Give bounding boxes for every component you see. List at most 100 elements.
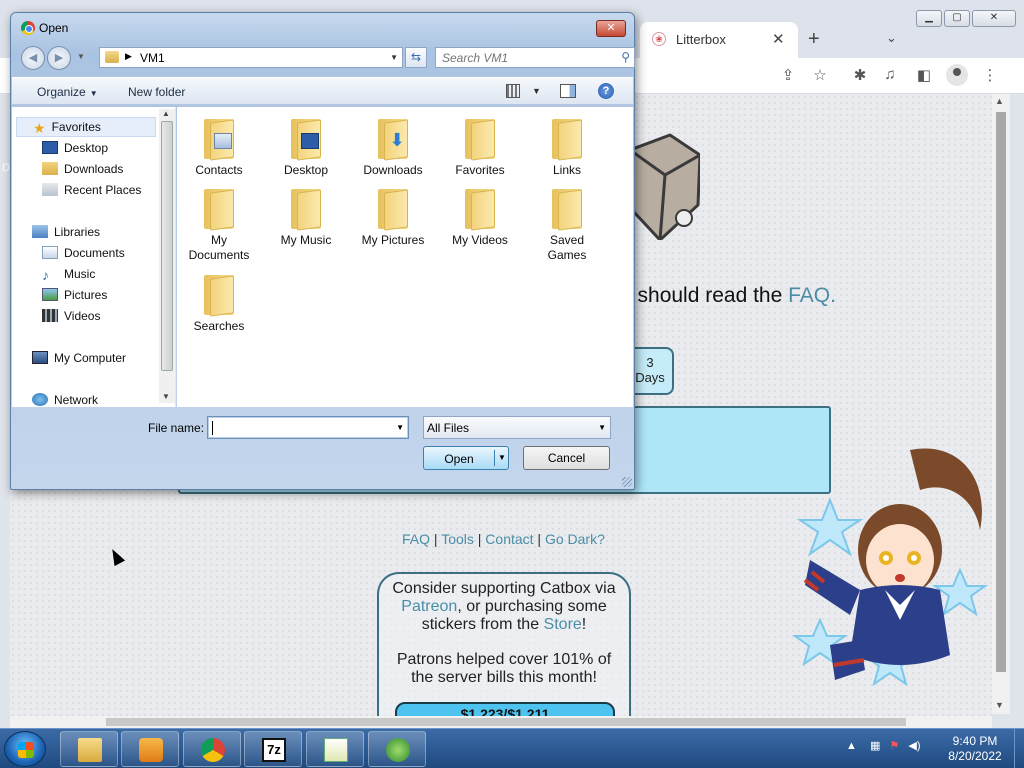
faq-notice-link[interactable]: FAQ. — [788, 284, 836, 307]
store-link[interactable]: Store — [544, 616, 582, 633]
open-button[interactable]: Open ▼ — [423, 446, 509, 470]
tray-overflow-chevron-icon[interactable]: ▲ — [846, 740, 857, 752]
taskbar-explorer-button[interactable] — [60, 731, 118, 767]
nav-videos[interactable]: Videos — [42, 309, 100, 323]
file-name-input[interactable]: ▼ — [207, 416, 409, 439]
tab-litterbox[interactable]: ❀ Litterbox ✕ — [640, 22, 798, 58]
search-icon[interactable]: ⚲ — [621, 50, 630, 64]
libraries-icon — [32, 225, 48, 238]
page-horizontal-scrollbar[interactable] — [10, 716, 992, 728]
folder-item[interactable]: My Documents — [177, 185, 261, 263]
taskbar-media-player-button[interactable] — [121, 731, 179, 767]
page-vertical-scrollbar[interactable]: ▲ ▼ — [992, 94, 1010, 714]
new-folder-button[interactable]: New folder — [128, 85, 185, 99]
nav-favorites[interactable]: ★ Favorites — [16, 117, 156, 137]
recent-locations-chevron-icon[interactable]: ▼ — [77, 52, 85, 61]
breadcrumb-separator-icon[interactable]: ▶ — [125, 51, 132, 62]
minimize-button[interactable]: ▁ — [916, 10, 942, 27]
nav-libraries[interactable]: Libraries — [32, 225, 100, 239]
folder-item[interactable]: Saved Games — [525, 185, 609, 263]
network-tray-icon[interactable]: ▦ — [870, 740, 880, 752]
tab-close-icon[interactable]: ✕ — [772, 30, 785, 48]
cancel-button[interactable]: Cancel — [523, 446, 610, 470]
folder-icon — [202, 271, 236, 317]
download-manager-icon — [386, 738, 410, 762]
folder-item[interactable]: My Videos — [438, 185, 522, 248]
footer-contact-link[interactable]: Contact — [485, 531, 533, 547]
nav-network[interactable]: Network — [32, 393, 98, 407]
folder-icon — [202, 115, 236, 161]
taskbar-clock[interactable]: 9:40 PM 8/20/2022 — [940, 734, 1010, 764]
folder-item[interactable]: ⬇ Downloads — [351, 115, 435, 178]
show-desktop-button[interactable] — [1014, 729, 1024, 768]
side-panel-icon[interactable]: ◧ — [914, 66, 934, 84]
start-button[interactable] — [4, 731, 46, 767]
profile-avatar[interactable] — [946, 64, 968, 86]
folder-item[interactable]: Favorites — [438, 115, 522, 178]
footer-tools-link[interactable]: Tools — [441, 531, 474, 547]
folder-item[interactable]: My Music — [264, 185, 348, 248]
nav-pictures[interactable]: Pictures — [42, 288, 107, 302]
back-arrow-icon[interactable]: ◀ — [21, 46, 45, 70]
help-icon[interactable]: ? — [598, 83, 614, 99]
folder-item[interactable]: Contacts — [177, 115, 261, 178]
nav-desktop[interactable]: Desktop — [42, 141, 108, 155]
vertical-scroll-thumb[interactable] — [996, 112, 1006, 672]
action-center-flag-icon[interactable]: ⚑ — [889, 740, 899, 752]
horizontal-scroll-thumb[interactable] — [106, 718, 906, 726]
file-type-dropdown-icon[interactable]: ▼ — [598, 423, 606, 432]
folder-item[interactable]: Links — [525, 115, 609, 178]
forward-arrow-icon[interactable]: ▶ — [47, 46, 71, 70]
nav-scroll-down-icon[interactable]: ▼ — [162, 392, 170, 401]
patreon-link[interactable]: Patreon — [401, 598, 457, 615]
open-options-chevron-icon[interactable]: ▼ — [498, 453, 506, 462]
preview-pane-icon[interactable] — [560, 84, 576, 98]
volume-icon[interactable]: ◀) — [908, 740, 920, 752]
close-window-button[interactable]: ✕ — [972, 10, 1016, 27]
resize-grip-icon[interactable] — [622, 477, 632, 487]
nav-documents[interactable]: Documents — [42, 246, 125, 260]
media-control-icon[interactable]: ♫ — [880, 66, 900, 83]
taskbar-7zip-button[interactable]: 7z — [244, 731, 302, 767]
open-file-dialog: Open ✕ ◀ ▶ ▼ ▶ VM1 ▼ ⇆ ⚲ Organize▼ New f… — [10, 12, 635, 490]
address-dropdown-icon[interactable]: ▼ — [390, 53, 398, 62]
nav-my-computer[interactable]: My Computer — [32, 351, 126, 365]
folder-item[interactable]: My Pictures — [351, 185, 435, 248]
maximize-button[interactable]: ▢ — [944, 10, 970, 27]
nav-scroll-thumb[interactable] — [161, 121, 173, 371]
taskbar-download-manager-button[interactable] — [368, 731, 426, 767]
address-bar[interactable]: ▶ VM1 ▼ — [99, 47, 403, 68]
navigation-pane-scrollbar[interactable]: ▲ ▼ — [159, 109, 175, 403]
file-type-select[interactable]: All Files ▼ — [423, 416, 611, 439]
file-name-dropdown-icon[interactable]: ▼ — [396, 423, 404, 432]
folder-label: Desktop — [283, 163, 329, 177]
nav-music[interactable]: ♪ Music — [42, 267, 95, 283]
share-icon[interactable]: ⇪ — [778, 66, 798, 84]
search-input[interactable] — [436, 48, 606, 67]
footer-go-dark-link[interactable]: Go Dark? — [545, 531, 605, 547]
breadcrumb-vm1[interactable]: VM1 — [140, 51, 165, 65]
scroll-down-arrow-icon[interactable]: ▼ — [995, 700, 1004, 710]
folder-item[interactable]: Desktop — [264, 115, 348, 178]
view-options-chevron-icon[interactable]: ▼ — [532, 86, 541, 96]
scroll-up-arrow-icon[interactable]: ▲ — [995, 96, 1004, 106]
tab-search-chevron-icon[interactable]: ⌄ — [886, 30, 897, 46]
bookmark-star-icon[interactable]: ☆ — [810, 66, 830, 84]
change-view-icon[interactable] — [506, 84, 520, 98]
nav-recent-places[interactable]: Recent Places — [42, 183, 141, 197]
search-box[interactable]: ⚲ — [435, 47, 635, 68]
extensions-puzzle-icon[interactable]: ✱ — [850, 66, 870, 84]
nav-downloads[interactable]: Downloads — [42, 162, 123, 176]
refresh-icon[interactable]: ⇆ — [405, 47, 427, 68]
chrome-menu-icon[interactable]: ⋮ — [980, 66, 1000, 84]
dialog-close-button[interactable]: ✕ — [596, 20, 626, 37]
taskbar-chrome-button[interactable] — [183, 731, 241, 767]
new-tab-button[interactable]: + — [808, 28, 820, 51]
folder-item[interactable]: Searches — [177, 271, 261, 334]
footer-faq-link[interactable]: FAQ — [402, 531, 430, 547]
nav-scroll-up-icon[interactable]: ▲ — [162, 109, 170, 118]
chrome-app-icon — [21, 21, 35, 35]
taskbar-notepad-button[interactable] — [306, 731, 364, 767]
nav-network-label: Network — [54, 393, 99, 407]
organize-button[interactable]: Organize ▼ — [37, 85, 98, 99]
